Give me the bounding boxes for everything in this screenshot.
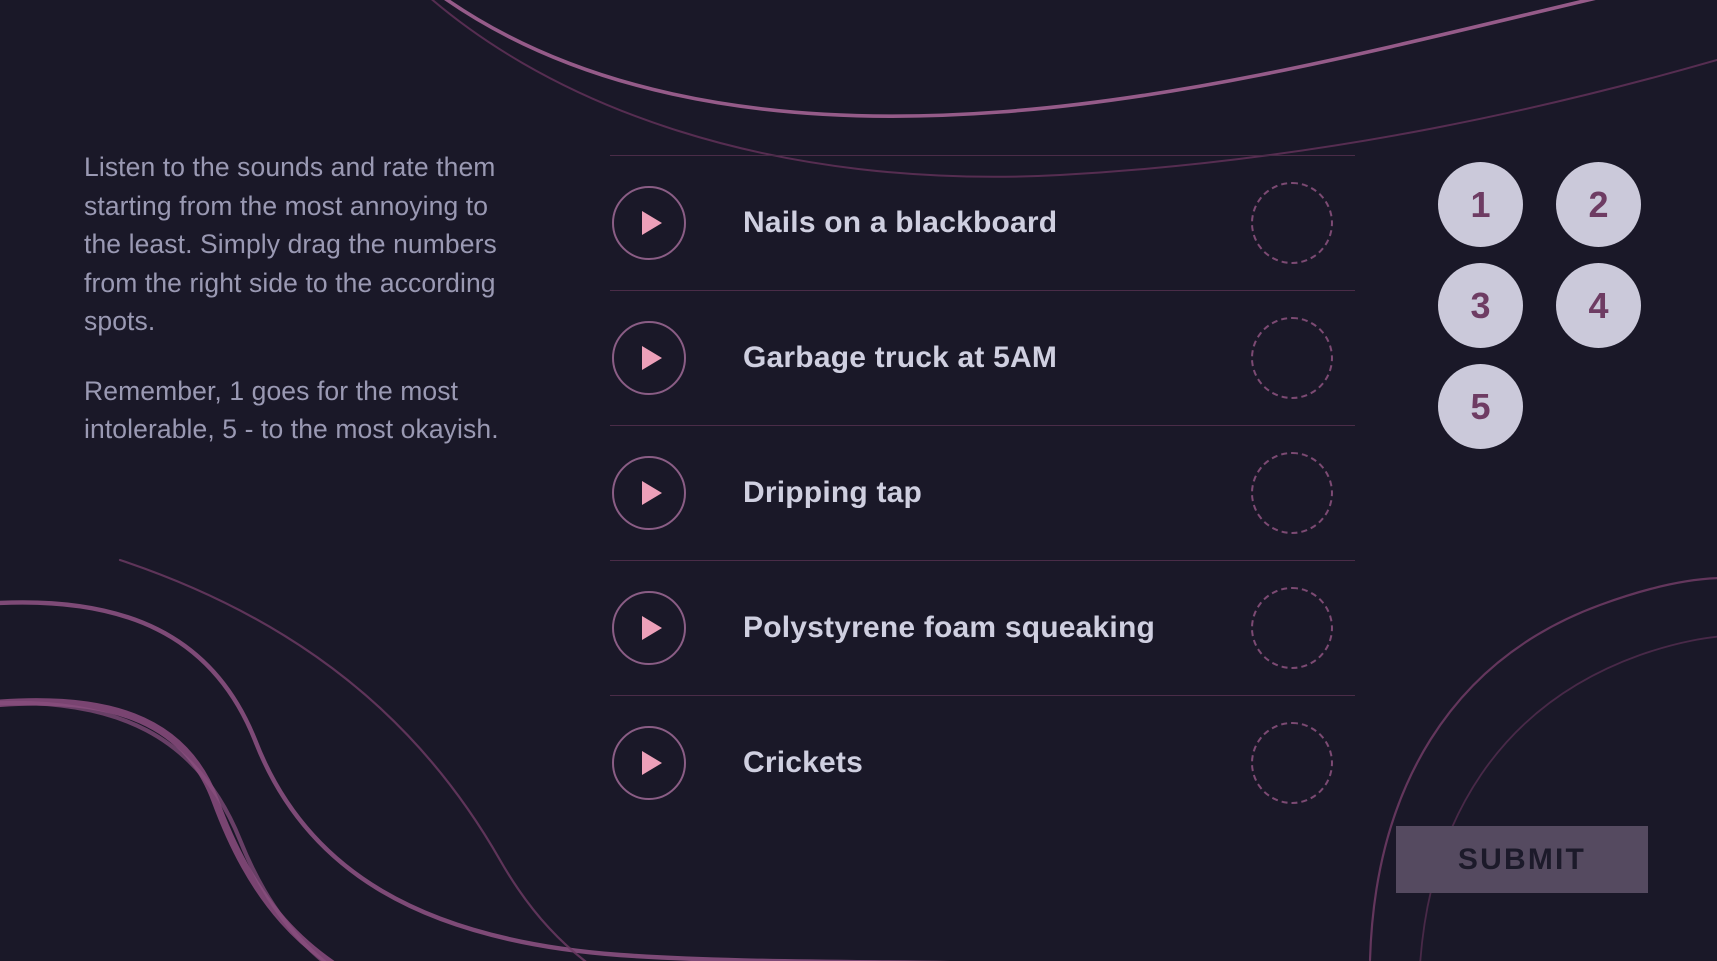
sound-label: Garbage truck at 5AM [743, 341, 1058, 374]
sound-label: Polystyrene foam squeaking [743, 611, 1156, 644]
instructions-paragraph-2: Remember, 1 goes for the most intolerabl… [84, 375, 499, 445]
play-button[interactable] [612, 186, 686, 260]
play-button[interactable] [612, 591, 686, 665]
sound-row: Polystyrene foam squeaking [610, 560, 1355, 695]
rank-token-2[interactable]: 2 [1556, 162, 1641, 247]
sound-label: Nails on a blackboard [743, 206, 1058, 239]
rank-drop-zone[interactable] [1251, 587, 1333, 669]
sound-label: Crickets [743, 746, 864, 779]
play-button[interactable] [612, 726, 686, 800]
play-icon [642, 481, 662, 505]
rank-token-3[interactable]: 3 [1438, 263, 1523, 348]
play-icon [642, 751, 662, 775]
rank-token-4[interactable]: 4 [1556, 263, 1641, 348]
sound-row: Garbage truck at 5AM [610, 290, 1355, 425]
submit-button[interactable]: SUBMIT [1396, 826, 1648, 893]
sound-row: Dripping tap [610, 425, 1355, 560]
rank-token-1[interactable]: 1 [1438, 162, 1523, 247]
rank-token-5[interactable]: 5 [1438, 364, 1523, 449]
sound-row: Nails on a blackboard [610, 155, 1355, 290]
play-icon [642, 346, 662, 370]
rank-drop-zone[interactable] [1251, 722, 1333, 804]
play-icon [642, 211, 662, 235]
sound-list: Nails on a blackboard Garbage truck at 5… [610, 155, 1355, 830]
rank-token-palette: 1 2 3 4 5 [1438, 162, 1678, 449]
rank-drop-zone[interactable] [1251, 452, 1333, 534]
instructions-paragraph-1: Listen to the sounds and rate them start… [84, 152, 497, 336]
sound-label: Dripping tap [743, 476, 923, 509]
rank-drop-zone[interactable] [1251, 317, 1333, 399]
instructions-panel: Listen to the sounds and rate them start… [84, 148, 514, 449]
play-button[interactable] [612, 456, 686, 530]
rank-drop-zone[interactable] [1251, 182, 1333, 264]
play-icon [642, 616, 662, 640]
play-button[interactable] [612, 321, 686, 395]
sound-row: Crickets [610, 695, 1355, 830]
ranking-exercise-page: Listen to the sounds and rate them start… [0, 0, 1717, 961]
